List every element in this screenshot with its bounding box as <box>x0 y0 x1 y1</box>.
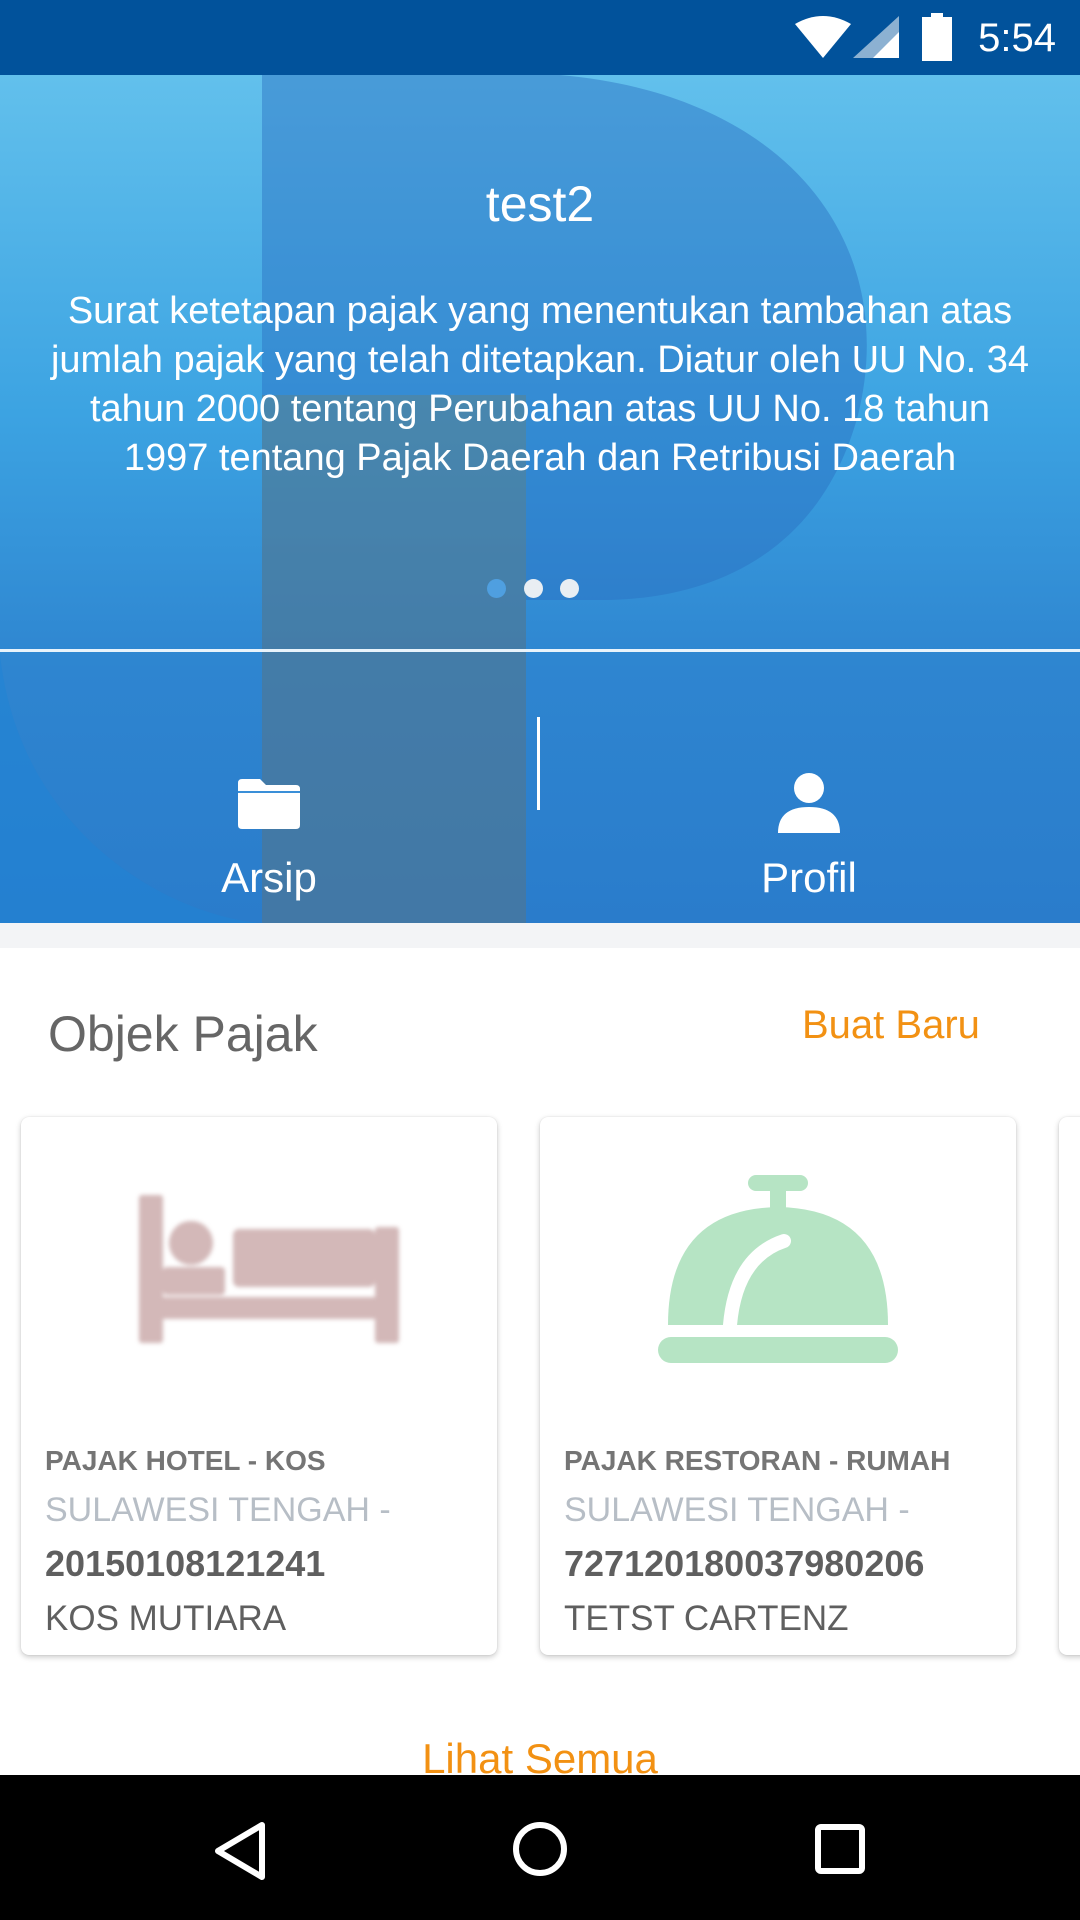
wifi-icon <box>795 16 851 58</box>
status-bar: 5:54 <box>0 0 1080 75</box>
carousel-dot[interactable] <box>487 579 506 598</box>
menu-item-arsip[interactable]: Arsip <box>0 652 538 923</box>
menu-item-label: Profil <box>761 854 857 901</box>
hero-banner: test2 Surat ketetapan pajak yang menentu… <box>0 75 1080 923</box>
card-name: TETST CARTENZ <box>564 1599 849 1638</box>
back-icon[interactable] <box>160 1775 320 1920</box>
carousel-dot[interactable] <box>560 579 579 598</box>
carousel-description: Surat ketetapan pajak yang menentukan ta… <box>50 290 1030 479</box>
folder-icon <box>238 779 300 829</box>
tax-object-card-partial[interactable] <box>1059 1117 1080 1655</box>
tax-object-card[interactable]: PAJAK RESTORAN - RUMAH SULAWESI TENGAH -… <box>540 1117 1016 1655</box>
home-icon[interactable] <box>460 1775 620 1920</box>
carousel-title: test2 <box>485 176 595 232</box>
tax-object-card[interactable]: PAJAK HOTEL - KOS SULAWESI TENGAH - 2015… <box>21 1117 497 1655</box>
carousel-dot[interactable] <box>524 579 543 598</box>
battery-icon <box>922 13 952 61</box>
card-name: KOS MUTIARA <box>45 1599 287 1638</box>
service-bell-icon <box>658 1175 898 1363</box>
card-tax-number: 72712018003798020​6 <box>564 1543 925 1584</box>
section-title: Objek Pajak <box>48 1006 318 1062</box>
person-icon <box>778 773 840 833</box>
create-new-button[interactable]: Buat Baru <box>802 1003 980 1048</box>
bed-icon <box>139 1195 399 1343</box>
signal-icon <box>853 16 899 58</box>
section-separator <box>0 923 1080 948</box>
menu-item-label: Arsip <box>221 854 317 901</box>
status-time: 5:54 <box>978 16 1056 60</box>
card-category: PAJAK RESTORAN - RUMAH <box>564 1445 951 1476</box>
card-category: PAJAK HOTEL - KOS <box>45 1445 326 1476</box>
card-region: SULAWESI TENGAH - <box>45 1491 391 1529</box>
menu-item-profil[interactable]: Profil <box>540 652 1078 923</box>
card-region: SULAWESI TENGAH - <box>564 1491 910 1529</box>
system-nav-bar <box>0 1775 1080 1920</box>
card-tax-number: 20150108121241 <box>45 1543 326 1584</box>
recents-icon[interactable] <box>760 1775 920 1920</box>
